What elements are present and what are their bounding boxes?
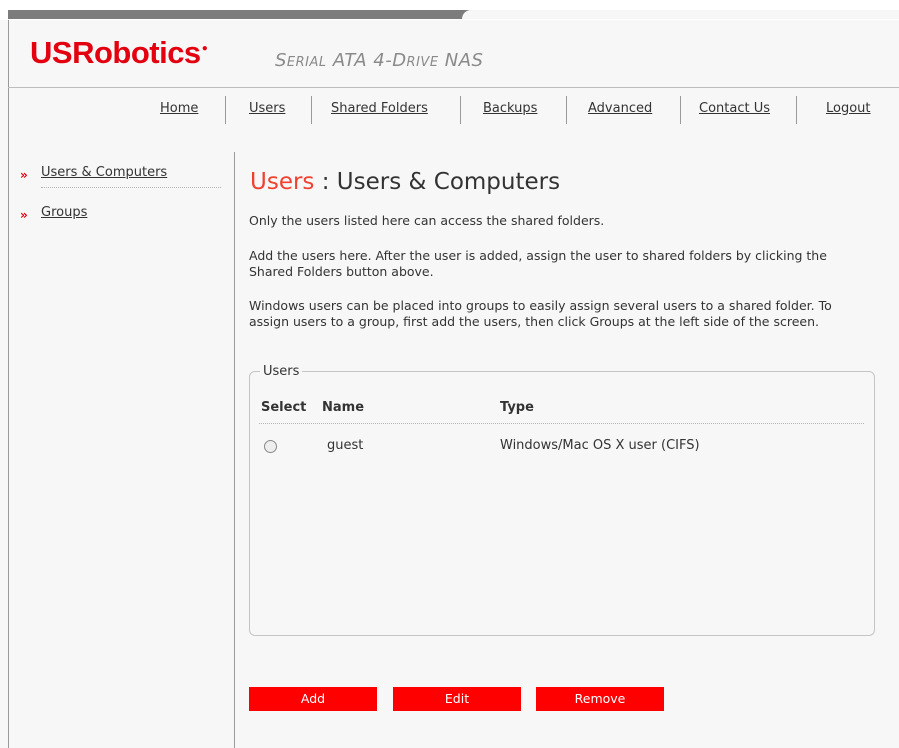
header-divider: [8, 87, 899, 88]
column-header-select: Select: [261, 400, 307, 415]
top-tab-shape: [462, 10, 899, 19]
logo-dot: ●: [201, 43, 208, 54]
nav-separator: [796, 96, 797, 124]
remove-button[interactable]: Remove: [536, 687, 664, 711]
nav-users[interactable]: Users: [249, 101, 285, 116]
nav-shared-folders[interactable]: Shared Folders: [331, 101, 428, 116]
product-name: Serial ATA 4-Drive NAS: [275, 50, 484, 71]
top-decoration: [0, 0, 899, 20]
nav-separator: [680, 96, 681, 124]
double-chevron-right-icon: »: [20, 208, 28, 222]
edit-button[interactable]: Edit: [393, 687, 521, 711]
page-title-section: Users: [250, 169, 315, 195]
user-select-radio[interactable]: [264, 440, 277, 453]
user-type-cell: Windows/Mac OS X user (CIFS): [500, 438, 700, 453]
nav-separator: [460, 96, 461, 124]
page-title-separator: :: [314, 169, 337, 195]
users-legend: Users: [263, 364, 300, 379]
nav-advanced[interactable]: Advanced: [588, 101, 652, 116]
add-users-text: Add the users here. After the user is ad…: [249, 248, 827, 279]
sidebar-item-users-computers: » Users & Computers: [20, 165, 221, 205]
left-frame-line: [8, 20, 9, 748]
sidebar-link-groups[interactable]: Groups: [41, 205, 87, 220]
nav-separator: [311, 96, 312, 124]
sidebar: » Users & Computers » Groups: [20, 165, 221, 231]
nav-logout[interactable]: Logout: [826, 101, 871, 116]
page-title-text: Users & Computers: [336, 169, 561, 195]
page-title: Users : Users & Computers: [250, 169, 560, 195]
add-button[interactable]: Add: [249, 687, 377, 711]
column-header-name: Name: [322, 400, 365, 415]
sidebar-item-divider: [41, 187, 221, 188]
table-header-divider: [259, 423, 864, 424]
intro-text: Only the users listed here can access th…: [249, 213, 605, 228]
nav-separator: [566, 96, 567, 124]
column-header-type: Type: [500, 400, 534, 415]
nav-contact-us[interactable]: Contact Us: [699, 101, 770, 116]
nav-backups[interactable]: Backups: [483, 101, 537, 116]
double-chevron-right-icon: »: [20, 168, 28, 182]
nav-separator: [225, 96, 226, 124]
sidebar-divider: [234, 152, 235, 748]
brand-logo: USRobotics●: [30, 35, 208, 70]
nav-home[interactable]: Home: [160, 101, 198, 116]
groups-text: Windows users can be placed into groups …: [249, 298, 832, 329]
top-nav: Home Users Shared Folders Backups Advanc…: [0, 93, 899, 127]
sidebar-link-users-computers[interactable]: Users & Computers: [41, 165, 167, 180]
sidebar-item-groups: » Groups: [20, 205, 220, 231]
user-name-cell: guest: [327, 438, 364, 453]
